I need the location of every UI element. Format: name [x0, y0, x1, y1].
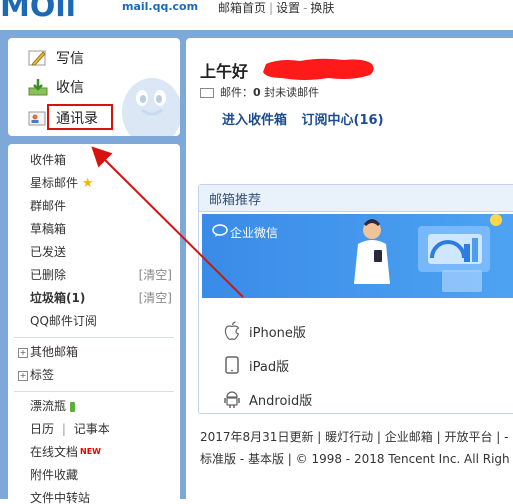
penguin-watermark-icon	[122, 78, 180, 136]
wework-banner[interactable]: 企业微信	[202, 214, 513, 298]
calendar-link[interactable]: 日历	[30, 422, 54, 436]
notepad-link[interactable]: 记事本	[74, 422, 110, 436]
tags-label: 标签	[30, 368, 55, 382]
subscription-center-link[interactable]: 订阅中心(16)	[302, 113, 384, 128]
greeting: 上午好	[200, 62, 249, 81]
folder-other-mailboxes[interactable]: + 其他邮箱	[18, 343, 78, 361]
folder-drafts[interactable]: 草稿箱	[30, 220, 66, 238]
ipad-label: iPad版	[249, 359, 290, 375]
divider	[14, 337, 174, 338]
android-label: Android版	[249, 393, 313, 409]
folder-spam[interactable]: 垃圾箱(1)	[30, 289, 85, 307]
ipad-app-link[interactable]: iPad版	[223, 354, 289, 376]
star-icon: ★	[81, 176, 94, 191]
home-link[interactable]: 邮箱首页	[218, 1, 266, 15]
quick-links: 进入收件箱 订阅中心(16)	[222, 109, 384, 128]
folder-deleted[interactable]: 已删除	[30, 266, 66, 284]
qq-mail-logo[interactable]: MOil	[0, 0, 118, 18]
bottle-icon	[69, 401, 75, 412]
download-tray-icon	[28, 79, 48, 96]
ipad-icon	[225, 356, 239, 374]
folder-subscriptions[interactable]: QQ邮件订阅	[30, 312, 97, 330]
folder-group[interactable]: 群邮件	[30, 197, 66, 215]
redacted-username	[263, 58, 374, 80]
logo-domain: mail.qq.com	[122, 0, 199, 13]
drift-bottle-label: 漂流瓶	[30, 399, 67, 413]
envelope-icon	[200, 88, 214, 98]
iphone-app-link[interactable]: iPhone版	[223, 320, 306, 342]
expand-icon[interactable]: +	[18, 370, 28, 381]
clear-spam-link[interactable]: [清空]	[139, 289, 172, 306]
file-transfer-link[interactable]: 文件中转站	[30, 489, 90, 504]
divider	[14, 391, 174, 392]
calendar-notepad-row: 日历 | 记事本	[30, 422, 110, 436]
footer-copyright: 标准版 - 基本版 | © 1998 - 2018 Tencent Inc. A…	[200, 452, 510, 466]
apple-icon	[224, 321, 240, 341]
svg-text:MOil: MOil	[0, 0, 76, 18]
chat-bubble-icon	[212, 224, 228, 237]
mail-status: 邮件：0 封未读邮件	[200, 84, 319, 100]
top-header: MOil mail.qq.com 邮箱首页 | 设置 - 换肤	[0, 0, 513, 30]
new-badge: NEW	[80, 447, 101, 456]
address-card-icon	[28, 111, 46, 126]
folder-inbox[interactable]: 收件箱	[30, 151, 66, 169]
recommend-title: 邮箱推荐	[209, 193, 262, 208]
other-mailboxes-label: 其他邮箱	[30, 345, 79, 359]
unread-count: 0	[253, 86, 261, 99]
receive-button[interactable]: 收信	[28, 76, 84, 98]
footer-links[interactable]: 2017年8月31日更新 | 暖灯行动 | 企业邮箱 | 开放平台 | -	[200, 428, 508, 445]
highlight-box	[47, 104, 113, 130]
folder-starred[interactable]: 星标邮件 ★	[30, 174, 94, 192]
attachment-favorites-link[interactable]: 附件收藏	[30, 466, 78, 484]
pencil-icon	[28, 50, 46, 66]
android-icon	[224, 391, 240, 408]
office-illustration-icon	[354, 214, 502, 292]
online-docs-label: 在线文档	[30, 445, 79, 459]
settings-link[interactable]: 设置	[276, 1, 300, 15]
recommend-header: 邮箱推荐	[199, 185, 513, 212]
write-button[interactable]: 写信	[28, 47, 84, 69]
iphone-label: iPhone版	[249, 325, 306, 341]
expand-icon[interactable]: +	[18, 347, 28, 358]
enter-inbox-link[interactable]: 进入收件箱	[222, 113, 287, 128]
folder-sidebar: 收件箱 星标邮件 ★ 群邮件 草稿箱 已发送 已删除 [清空] 垃圾箱(1) […	[8, 144, 180, 504]
banner-title: 企业微信	[230, 226, 279, 240]
clear-deleted-link[interactable]: [清空]	[139, 266, 172, 283]
folder-starred-label: 星标邮件	[30, 176, 79, 190]
skin-link[interactable]: 换肤	[310, 1, 334, 15]
main-content: 上午好 邮件：0 封未读邮件 进入收件箱 订阅中心(16) 邮箱推荐 企业微信	[186, 38, 513, 499]
recommend-box: 邮箱推荐 企业微信 iPhone版 iPad版 Android版	[198, 184, 513, 414]
write-label: 写信	[56, 51, 84, 67]
android-app-link[interactable]: Android版	[223, 388, 312, 410]
receive-label: 收信	[56, 80, 84, 96]
header-links: 邮箱首页 | 设置 - 换肤	[218, 1, 335, 15]
folder-sent[interactable]: 已发送	[30, 243, 66, 261]
drift-bottle-link[interactable]: 漂流瓶	[30, 397, 75, 415]
folder-tags[interactable]: + 标签	[18, 366, 54, 384]
online-docs-link[interactable]: 在线文档 NEW	[30, 443, 101, 461]
